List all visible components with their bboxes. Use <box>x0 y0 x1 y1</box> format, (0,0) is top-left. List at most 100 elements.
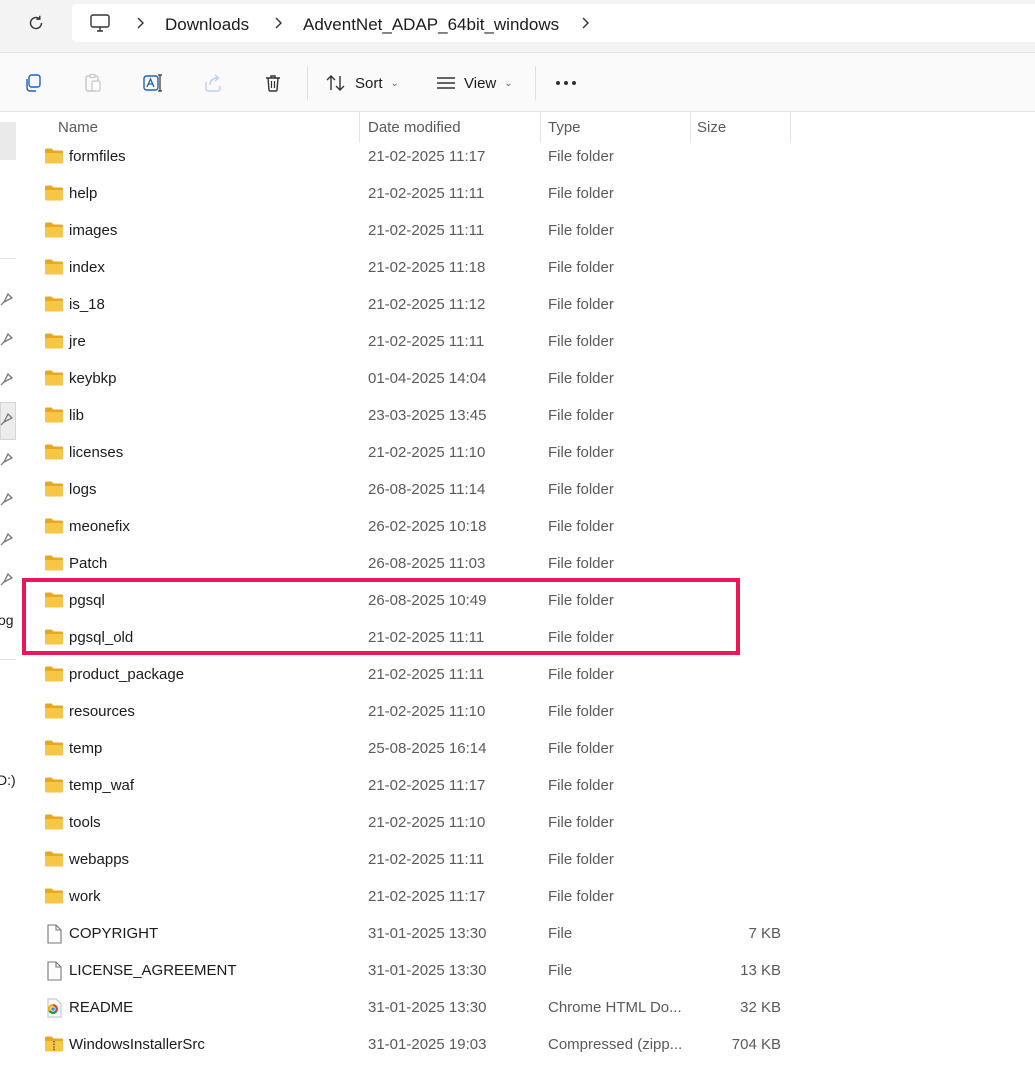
more-options-button[interactable] <box>553 70 579 96</box>
nav-selected-item[interactable] <box>0 122 16 160</box>
pin-icon[interactable] <box>0 412 14 426</box>
paste-icon <box>85 73 101 92</box>
file-name: webapps <box>69 851 130 868</box>
pin-icon[interactable] <box>0 532 14 546</box>
paste-button[interactable] <box>80 70 106 96</box>
rename-button[interactable] <box>140 70 166 96</box>
file-type: File <box>548 925 573 942</box>
file-date-modified: 21-02-2025 11:11 <box>368 185 485 202</box>
chevron-down-icon: ⌄ <box>390 77 399 89</box>
file-name: meonefix <box>69 518 130 535</box>
file-row[interactable]: product_package 21-02-2025 11:11 File fold… <box>22 656 792 693</box>
file-size: 7 KB <box>748 925 781 942</box>
rename-icon <box>143 74 162 92</box>
nav-partial-drive-label[interactable]: D:) <box>0 772 16 788</box>
file-row[interactable]: LICENSE_AGREEMENT 31-01-2025 13:30 File 13 … <box>22 952 792 989</box>
chevron-right-icon[interactable] <box>135 17 145 29</box>
file-row[interactable]: README 31-01-2025 13:30 Chrome HTML Do... 3… <box>22 989 792 1026</box>
file-row[interactable]: logs 26-08-2025 11:14 File folder <box>22 471 792 508</box>
file-row[interactable]: resources 21-02-2025 11:10 File folder <box>22 693 792 730</box>
file-row[interactable]: Patch 26-08-2025 11:03 File folder <box>22 545 792 582</box>
folder-icon <box>44 517 64 535</box>
file-date-modified: 31-01-2025 19:03 <box>368 1036 487 1053</box>
file-name: logs <box>69 481 97 498</box>
pin-icon[interactable] <box>0 292 14 306</box>
file-type: File folder <box>548 407 614 424</box>
file-row[interactable]: lib 23-03-2025 13:45 File folder <box>22 397 792 434</box>
file-date-modified: 21-02-2025 11:11 <box>368 666 485 683</box>
file-row[interactable]: licenses 21-02-2025 11:10 File folder <box>22 434 792 471</box>
file-row[interactable]: temp_waf 21-02-2025 11:17 File folder <box>22 767 792 804</box>
highlight-box <box>22 578 740 655</box>
file-row[interactable]: temp 25-08-2025 16:14 File folder <box>22 730 792 767</box>
file-date-modified: 31-01-2025 13:30 <box>368 925 487 942</box>
file-row[interactable]: WindowsInstallerSrc 31-01-2025 19:03 Compr… <box>22 1026 792 1063</box>
file-name: formfiles <box>69 148 126 165</box>
folder-icon <box>44 295 64 313</box>
nav-partial-label[interactable]: og <box>0 612 14 628</box>
file-name: temp_waf <box>69 777 135 794</box>
file-date-modified: 26-02-2025 10:18 <box>368 518 487 535</box>
sort-button[interactable]: Sort ⌄ <box>325 70 399 96</box>
file-date-modified: 21-02-2025 11:17 <box>368 148 486 165</box>
file-name: COPYRIGHT <box>69 925 159 942</box>
file-row[interactable]: is_18 21-02-2025 11:12 File folder <box>22 286 792 323</box>
this-pc-icon[interactable] <box>89 12 111 34</box>
view-button[interactable]: View ⌄ <box>436 70 513 96</box>
file-type: File folder <box>548 740 614 757</box>
chevron-right-icon[interactable] <box>273 17 283 29</box>
copy-button[interactable] <box>20 70 46 96</box>
nav-divider <box>0 659 16 660</box>
file-date-modified: 01-04-2025 14:04 <box>368 370 487 387</box>
chevron-right-icon[interactable] <box>580 17 590 29</box>
file-type: File folder <box>548 370 614 387</box>
file-date-modified: 21-02-2025 11:12 <box>368 296 486 313</box>
more-icon <box>556 81 576 85</box>
toolbar-separator <box>307 66 308 100</box>
file-type: Chrome HTML Do... <box>548 999 682 1016</box>
folder-icon <box>44 739 64 757</box>
file-row[interactable]: jre 21-02-2025 11:11 File folder <box>22 323 792 360</box>
pin-icon[interactable] <box>0 452 14 466</box>
pin-icon[interactable] <box>0 332 14 346</box>
file-date-modified: 21-02-2025 11:17 <box>368 777 486 794</box>
folder-icon <box>44 369 64 387</box>
file-row[interactable]: tools 21-02-2025 11:10 File folder <box>22 804 792 841</box>
file-name: help <box>69 185 98 202</box>
file-name: temp <box>69 740 103 757</box>
file-type: File folder <box>548 518 614 535</box>
folder-icon <box>44 850 64 868</box>
file-type: File folder <box>548 703 614 720</box>
file-row[interactable]: formfiles 21-02-2025 11:17 File folder <box>22 138 792 175</box>
breadcrumb[interactable]: Downloads AdventNet_ADAP_64bit_windows <box>72 4 1035 42</box>
file-row[interactable]: index 21-02-2025 11:18 File folder <box>22 249 792 286</box>
file-date-modified: 26-08-2025 11:03 <box>368 555 486 572</box>
file-date-modified: 21-02-2025 11:17 <box>368 888 486 905</box>
file-row[interactable]: webapps 21-02-2025 11:11 File folder <box>22 841 792 878</box>
pin-icon[interactable] <box>0 572 14 586</box>
file-row[interactable]: work 21-02-2025 11:17 File folder <box>22 878 792 915</box>
file-date-modified: 26-08-2025 11:14 <box>368 481 486 498</box>
view-list-icon <box>437 77 455 89</box>
share-button[interactable] <box>200 70 226 96</box>
breadcrumb-current-folder[interactable]: AdventNet_ADAP_64bit_windows <box>303 15 559 35</box>
file-size: 32 KB <box>740 999 781 1016</box>
file-date-modified: 21-02-2025 11:11 <box>368 222 485 239</box>
file-row[interactable]: meonefix 26-02-2025 10:18 File folder <box>22 508 792 545</box>
file-row[interactable]: help 21-02-2025 11:11 File folder <box>22 175 792 212</box>
file-row[interactable]: keybkp 01-04-2025 14:04 File folder <box>22 360 792 397</box>
folder-icon <box>44 665 64 683</box>
file-icon <box>44 924 64 944</box>
file-name: index <box>69 259 105 276</box>
refresh-icon <box>29 15 43 30</box>
file-type: Compressed (zipp... <box>548 1036 683 1053</box>
file-row[interactable]: images 21-02-2025 11:11 File folder <box>22 212 792 249</box>
refresh-button[interactable] <box>22 10 50 36</box>
pin-icon[interactable] <box>0 492 14 506</box>
delete-button[interactable] <box>260 70 286 96</box>
file-type: File folder <box>548 814 614 831</box>
view-label: View <box>464 74 497 92</box>
pin-icon[interactable] <box>0 372 14 386</box>
breadcrumb-downloads[interactable]: Downloads <box>165 15 249 35</box>
file-row[interactable]: COPYRIGHT 31-01-2025 13:30 File 7 KB <box>22 915 792 952</box>
